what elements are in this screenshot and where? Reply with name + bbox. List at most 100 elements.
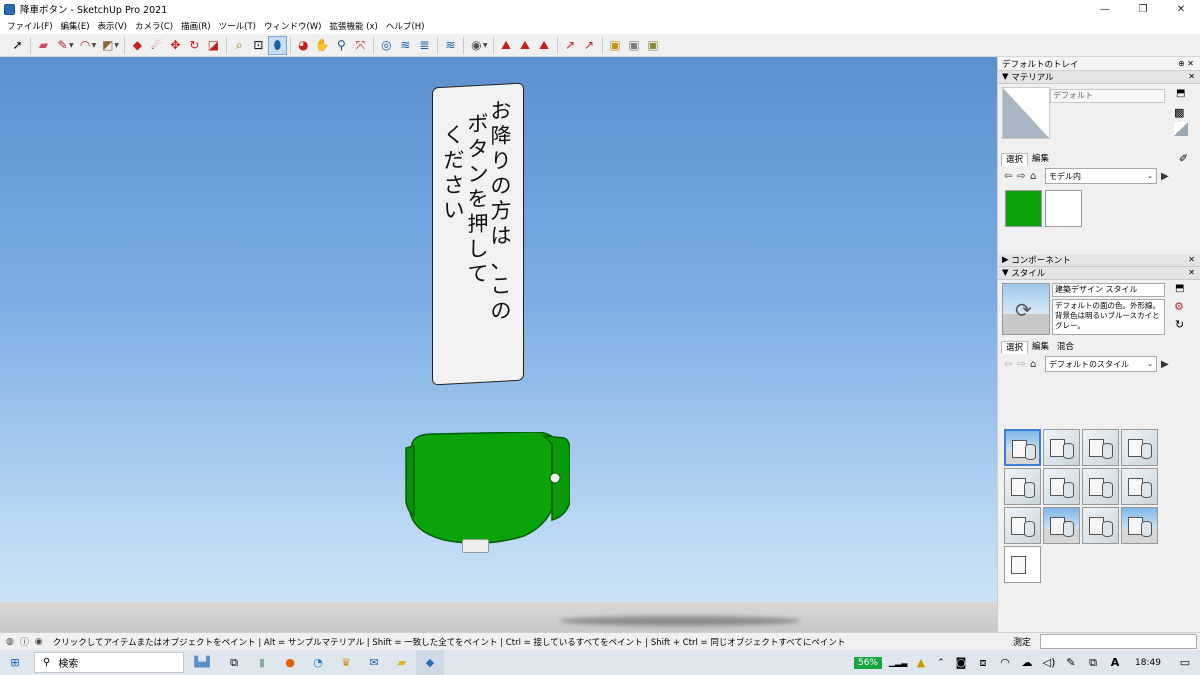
pin-icon[interactable]: ⊕ ✕ <box>1178 59 1194 68</box>
tab-materials-edit[interactable]: 編集 <box>1028 153 1053 166</box>
update-style-icon[interactable]: ↻ <box>1175 318 1184 331</box>
styles-panel-header[interactable]: ▼ スタイル ✕ <box>998 267 1200 280</box>
select-tool-icon[interactable]: ➚ <box>8 36 27 55</box>
screen-icon[interactable]: ⧈ <box>972 650 994 675</box>
minimize-button[interactable]: — <box>1086 0 1124 18</box>
cloud-icon[interactable]: ☁ <box>1016 650 1038 675</box>
zoom-extents-tool-icon[interactable]: ⤧ <box>351 36 370 55</box>
style-thumb[interactable] <box>1082 507 1119 544</box>
material-swatch-green[interactable] <box>1005 190 1042 227</box>
norton-icon[interactable]: ▲ <box>910 650 932 675</box>
file-explorer-icon[interactable]: ▰ <box>388 650 416 675</box>
eraser-tool-icon[interactable]: ▰ <box>34 36 53 55</box>
taskbar-clock[interactable]: 18:49 <box>1126 650 1170 675</box>
move-tool-icon[interactable]: ✥ <box>166 36 185 55</box>
style-description-field[interactable]: デフォルトの面の色。外形線。背景色は明るいブルースカイとグレー。 <box>1052 299 1165 335</box>
ime-icon[interactable]: A <box>1104 650 1126 675</box>
style-thumb[interactable] <box>1004 429 1041 466</box>
back-icon[interactable]: ⇦ <box>1004 171 1017 182</box>
layout-icon[interactable]: ≣ <box>415 36 434 55</box>
tape-measure-tool-icon[interactable]: ⌕ <box>230 36 249 55</box>
follow-me-tool-icon[interactable]: ☄ <box>147 36 166 55</box>
add-location-icon[interactable]: ⛰ <box>497 36 516 55</box>
material-swatch-texture[interactable] <box>1045 190 1082 227</box>
style-thumb[interactable] <box>1004 468 1041 505</box>
scale-tool-icon[interactable]: ◪ <box>204 36 223 55</box>
taskbar-item-icon[interactable]: ▮ <box>248 650 276 675</box>
components-panel-header[interactable]: ▶ コンポーネント ✕ <box>998 254 1200 267</box>
push-pull-tool-icon[interactable]: ◆ <box>128 36 147 55</box>
help-icon[interactable]: ◉ <box>35 637 43 647</box>
orbit-tool-icon[interactable]: ◕ <box>294 36 313 55</box>
create-material-icon[interactable]: ▩ <box>1174 106 1184 119</box>
menu-view[interactable]: 表示(V) <box>94 20 131 32</box>
volume-icon[interactable]: ◁) <box>1038 650 1060 675</box>
close-icon[interactable]: ✕ <box>1188 72 1195 81</box>
sketchup-taskbar-icon[interactable]: ◆ <box>416 650 444 675</box>
menu-help[interactable]: ヘルプ(H) <box>382 20 429 32</box>
tab-materials-select[interactable]: 選択 <box>1001 153 1029 166</box>
menu-edit[interactable]: 編集(E) <box>57 20 94 32</box>
close-icon[interactable]: ✕ <box>1188 255 1195 264</box>
zoom-tool-icon[interactable]: ⚲ <box>332 36 351 55</box>
forward-icon[interactable]: ⇨ <box>1017 171 1030 182</box>
trimble-connect-icon[interactable]: ≋ <box>441 36 460 55</box>
close-icon[interactable]: ✕ <box>1188 268 1195 277</box>
style-thumb[interactable] <box>1004 546 1041 583</box>
warehouse-icon[interactable]: ◎ <box>377 36 396 55</box>
styles-collection-select[interactable]: デフォルトのスタイル ⌄ <box>1045 356 1157 372</box>
material-name-field[interactable]: デフォルト <box>1050 89 1165 103</box>
style-thumb[interactable] <box>1082 429 1119 466</box>
text-tool-icon[interactable]: ⊡ <box>249 36 268 55</box>
default-material-icon[interactable] <box>1174 122 1188 136</box>
3d-warehouse-share-icon[interactable]: ▣ <box>644 36 663 55</box>
taskbar-search-box[interactable]: ⚲ 検索 <box>34 652 184 673</box>
app-icon[interactable]: ♛ <box>332 650 360 675</box>
materials-panel-header[interactable]: ▼ マテリアル ✕ <box>998 71 1200 84</box>
style-thumb[interactable] <box>1043 468 1080 505</box>
home-icon[interactable]: ⌂ <box>1030 359 1043 370</box>
toggle-terrain-icon[interactable]: ⛰ <box>516 36 535 55</box>
camera-icon[interactable]: ◙ <box>950 650 972 675</box>
sample-paint-icon[interactable]: ✐ <box>1175 153 1192 166</box>
pan-tool-icon[interactable]: ✋ <box>313 36 332 55</box>
style-name-field[interactable]: 建築デザイン スタイル <box>1052 283 1165 297</box>
geolocation-icon[interactable]: ◍ <box>6 637 14 647</box>
pen-icon[interactable]: ✎ <box>1060 650 1082 675</box>
extension-warehouse-icon[interactable]: ≋ <box>396 36 415 55</box>
credits-icon[interactable]: ⓘ <box>20 635 29 648</box>
paint-bucket-tool-icon[interactable]: ⬮ <box>267 35 287 55</box>
close-button[interactable]: ✕ <box>1162 0 1200 18</box>
style-thumb[interactable] <box>1043 507 1080 544</box>
style-thumb[interactable] <box>1121 429 1158 466</box>
measurements-input[interactable] <box>1040 634 1197 649</box>
firefox-icon[interactable]: ● <box>276 650 304 675</box>
menu-file[interactable]: ファイル(F) <box>3 20 57 32</box>
style-thumb[interactable] <box>1121 507 1158 544</box>
style-thumb[interactable] <box>1121 468 1158 505</box>
sandbox-from-scratch-icon[interactable]: ↗ <box>580 36 599 55</box>
style-builder-icon[interactable]: ▣ <box>625 36 644 55</box>
style-settings-icon[interactable]: ⚙ <box>1174 300 1184 313</box>
task-view-icon[interactable]: ⧉ <box>220 650 248 675</box>
style-thumb[interactable] <box>1004 507 1041 544</box>
style-thumb[interactable] <box>1082 468 1119 505</box>
display-secondary-selection-icon[interactable]: ⬒ <box>1176 88 1185 99</box>
rotate-tool-icon[interactable]: ↻ <box>185 36 204 55</box>
wifi-icon[interactable]: ◠ <box>994 650 1016 675</box>
sandbox-from-contours-icon[interactable]: ↗ <box>561 36 580 55</box>
menu-tools[interactable]: ツール(T) <box>215 20 260 32</box>
forward-icon[interactable]: ⇨ <box>1017 359 1030 370</box>
model-viewport[interactable]: お 降 り の 方 は 、 こ の ボ タ ン を 押 し て く だ さ い <box>0 57 997 632</box>
tab-styles-edit[interactable]: 編集 <box>1028 341 1053 354</box>
materials-collection-select[interactable]: モデル内 ⌄ <box>1045 168 1157 184</box>
edge-icon[interactable]: ◔ <box>304 650 332 675</box>
style-thumb[interactable] <box>1043 429 1080 466</box>
mail-icon[interactable]: ✉ <box>360 650 388 675</box>
network-icon[interactable]: ⧉ <box>1082 650 1104 675</box>
chevron-up-icon[interactable]: ⌃ <box>932 650 950 675</box>
details-arrow-icon[interactable]: ▶ <box>1161 171 1174 182</box>
tab-styles-mix[interactable]: 混合 <box>1053 341 1078 354</box>
back-icon[interactable]: ⇦ <box>1004 359 1017 370</box>
components-icon[interactable]: ▣ <box>606 36 625 55</box>
